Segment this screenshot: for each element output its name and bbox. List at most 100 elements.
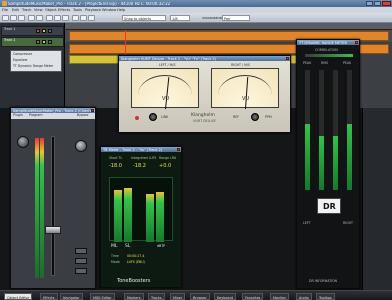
menu-item-file[interactable]: File bbox=[2, 8, 8, 12]
range-tool-icon[interactable] bbox=[80, 15, 87, 21]
fx-list: Compressor Equalizer TT Dynamic Range Me… bbox=[10, 50, 62, 72]
menu-item-tools[interactable]: Tools bbox=[73, 8, 82, 12]
loudness-bars bbox=[109, 177, 173, 242]
menu-item-help[interactable]: Help bbox=[117, 8, 125, 12]
peak-meter-left bbox=[305, 70, 310, 190]
mode-value[interactable]: LUFS (EBU) bbox=[127, 260, 145, 264]
tab-toolbox[interactable]: Toolbox bbox=[316, 293, 335, 300]
plugin-menu[interactable]: Plugin bbox=[13, 113, 23, 117]
window-title[interactable]: TT DYNAMIC RANGE METER bbox=[297, 40, 359, 45]
mute-button[interactable] bbox=[36, 40, 40, 44]
tab-markers[interactable]: Markers bbox=[124, 293, 144, 300]
window-title[interactable]: TB Meter - Track 2 - "Vu" (Track 2) bbox=[101, 147, 181, 152]
close-button[interactable] bbox=[382, 1, 391, 6]
tab-tracks[interactable]: Tracks bbox=[148, 293, 165, 300]
program-menu[interactable]: Program bbox=[29, 113, 42, 117]
meter-bar bbox=[114, 190, 122, 242]
link-label: LINK bbox=[161, 115, 169, 119]
zoom-select[interactable]: 1/8 bbox=[170, 15, 190, 21]
mute-button[interactable] bbox=[36, 29, 40, 33]
snap-select[interactable]: Snap to objects bbox=[122, 15, 166, 21]
tab-monitor[interactable]: Monitor bbox=[270, 293, 289, 300]
menu-item-object[interactable]: Object bbox=[45, 8, 57, 12]
menu-item-edit[interactable]: Edit bbox=[12, 8, 19, 12]
close-button[interactable] bbox=[354, 40, 358, 45]
menu-item-effects[interactable]: Effects bbox=[58, 8, 70, 12]
close-button[interactable] bbox=[90, 108, 94, 113]
tab-effects[interactable]: Effects bbox=[40, 293, 58, 300]
menu-item-view[interactable]: View bbox=[34, 8, 43, 12]
main-toolbar: Snap to objects 1/8 Visualization Pan bbox=[0, 13, 392, 23]
range-label: Range LRA bbox=[159, 156, 177, 160]
redo-icon[interactable] bbox=[36, 15, 43, 21]
true-peak-label: dBTP bbox=[157, 244, 166, 248]
rms-meter-right bbox=[333, 70, 338, 190]
gain-knob[interactable] bbox=[75, 140, 87, 152]
cursor-tool-icon[interactable] bbox=[72, 15, 79, 21]
track-header-panel: Track 1 Track 2 Compressor Equalizer TT … bbox=[0, 23, 65, 108]
maximize-button[interactable] bbox=[374, 1, 381, 6]
fader-track bbox=[51, 136, 55, 276]
solo-button[interactable] bbox=[42, 40, 46, 44]
minimize-button[interactable] bbox=[366, 1, 373, 6]
vu-label: VU bbox=[162, 96, 170, 102]
peak-label: PEAK bbox=[303, 61, 312, 65]
mute-button[interactable] bbox=[75, 248, 87, 254]
solo-button[interactable] bbox=[75, 258, 87, 264]
track-name: Track 2 bbox=[4, 38, 16, 42]
volume-fader[interactable] bbox=[45, 226, 61, 234]
track-header[interactable]: Track 1 bbox=[1, 26, 64, 36]
right-panel bbox=[362, 108, 392, 290]
bypass-toggle[interactable]: Bypass bbox=[77, 113, 88, 117]
fx-item[interactable]: Equalizer bbox=[13, 58, 28, 62]
paste-icon[interactable] bbox=[62, 15, 69, 21]
save-icon[interactable] bbox=[18, 15, 25, 21]
cut-icon[interactable] bbox=[46, 15, 53, 21]
cut-tool-icon[interactable] bbox=[88, 15, 95, 21]
visualization-select[interactable]: Pan bbox=[222, 15, 250, 21]
menu-item-track[interactable]: Track bbox=[22, 8, 31, 12]
momentary-label: ML bbox=[111, 244, 118, 249]
close-button[interactable] bbox=[176, 147, 180, 152]
right-channel-label: RIGHT / M/S bbox=[231, 63, 250, 67]
tab-mixer[interactable]: Mixer bbox=[170, 293, 186, 300]
record-button[interactable] bbox=[48, 29, 52, 33]
loudness-meter-window: TB Meter - Track 2 - "Vu" (Track 2) Shor… bbox=[100, 146, 182, 288]
dock-tabs: Object Editor Effects Navigator MIDI Edi… bbox=[0, 290, 392, 300]
right-ref-knob[interactable] bbox=[251, 113, 259, 121]
copy-icon[interactable] bbox=[54, 15, 61, 21]
tab-navigator[interactable]: Navigator bbox=[60, 293, 83, 300]
record-button[interactable] bbox=[48, 40, 52, 44]
dr-info-label[interactable]: DR INFORMATION bbox=[309, 279, 337, 283]
open-icon[interactable] bbox=[10, 15, 17, 21]
menu-item-window[interactable]: Window bbox=[102, 8, 116, 12]
tab-object-editor[interactable]: Object Editor bbox=[4, 293, 33, 300]
undo-icon[interactable] bbox=[28, 15, 35, 21]
window-title[interactable]: Klanghelm VUMT Deluxe - Track 2 - "Vu" "… bbox=[119, 56, 290, 61]
solo-button[interactable] bbox=[42, 29, 46, 33]
channel-menu: Plugin Program Bypass bbox=[11, 113, 95, 119]
track-header-selected[interactable]: Track 2 bbox=[1, 37, 64, 47]
ref-label: REF bbox=[233, 115, 240, 119]
tab-browser[interactable]: Browser bbox=[190, 293, 210, 300]
level-meter-right bbox=[40, 138, 44, 278]
tab-audio[interactable]: Audio bbox=[296, 293, 312, 300]
menu-item-playback[interactable]: Playback bbox=[85, 8, 101, 12]
meter-bar bbox=[156, 192, 164, 242]
integrated-value: -18.2 bbox=[133, 163, 146, 169]
timeline-ruler[interactable] bbox=[65, 23, 392, 30]
fx-item[interactable]: Compressor bbox=[13, 52, 32, 56]
link-toggle[interactable] bbox=[135, 116, 139, 120]
left-channel-label: LEFT / M/S bbox=[159, 63, 176, 67]
tab-favorites[interactable]: Favorites bbox=[242, 293, 264, 300]
tab-keyboard[interactable]: Keyboard bbox=[214, 293, 236, 300]
tab-midi-editor[interactable]: MIDI Editor bbox=[90, 293, 115, 300]
record-button[interactable] bbox=[75, 268, 87, 274]
left-ref-knob[interactable] bbox=[149, 113, 157, 121]
close-button[interactable] bbox=[285, 56, 289, 61]
fx-item[interactable]: TT Dynamic Range Meter bbox=[13, 64, 53, 68]
correlation-meter bbox=[305, 54, 353, 57]
new-icon[interactable] bbox=[2, 15, 9, 21]
dr-logo: DR bbox=[323, 202, 336, 211]
pan-knob[interactable] bbox=[17, 136, 29, 148]
